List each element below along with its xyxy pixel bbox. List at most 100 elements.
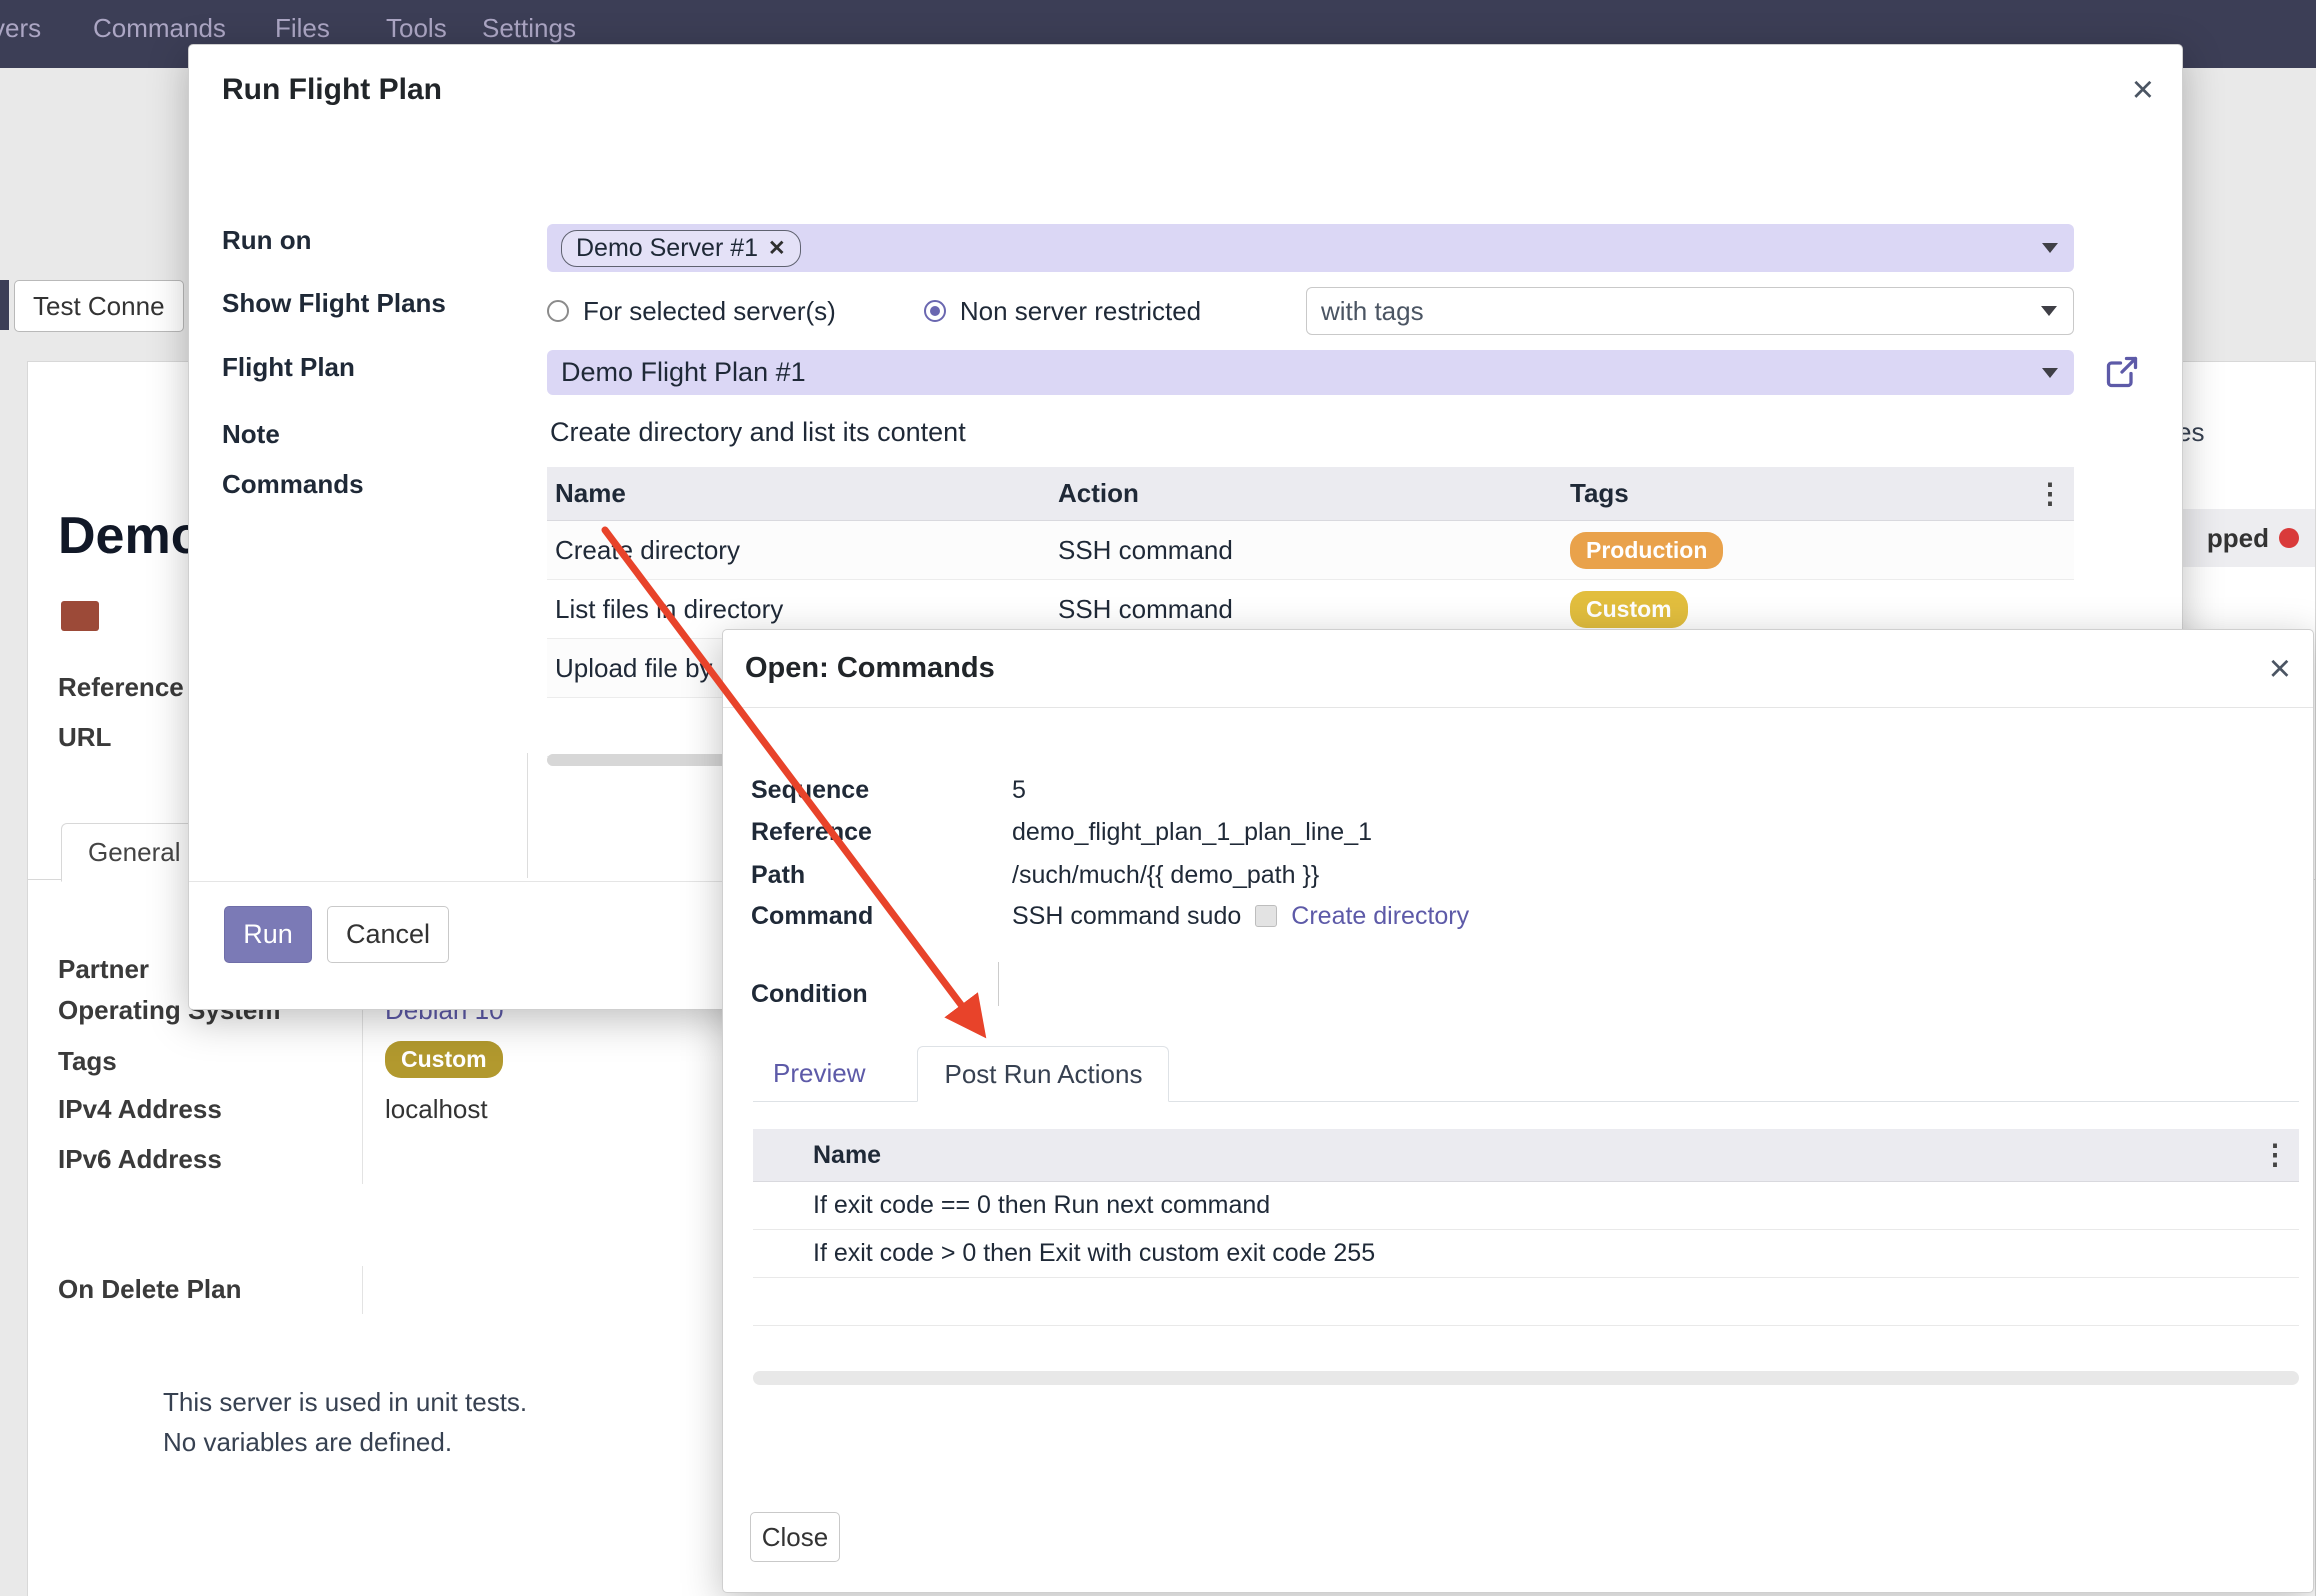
nav-item-commands[interactable]: Commands <box>93 13 226 44</box>
sudo-checkbox[interactable] <box>1255 905 1277 927</box>
production-badge: Production <box>1570 532 1723 569</box>
modal-title: Run Flight Plan <box>222 73 442 107</box>
table-row[interactable]: Create directory SSH command Production <box>547 521 2074 580</box>
on-delete-plan-label: On Delete Plan <box>58 1274 242 1305</box>
server-title: Demo <box>58 506 202 566</box>
cell-name: Create directory <box>547 535 1058 566</box>
cut-button-sliver <box>0 280 9 330</box>
horizontal-scrollbar[interactable] <box>753 1371 2299 1385</box>
col-name-header: Name <box>813 1141 881 1170</box>
col-name-header: Name <box>547 478 1058 509</box>
label-column-separator <box>527 753 528 878</box>
tab-post-run-actions[interactable]: Post Run Actions <box>917 1046 1169 1102</box>
tabs-bar: Preview Post Run Actions <box>753 1046 2299 1102</box>
no-variables-note: No variables are defined. <box>163 1427 452 1458</box>
cell-action: SSH command <box>1058 594 1570 625</box>
reference-label: Reference <box>58 672 184 703</box>
color-swatch[interactable] <box>61 601 99 631</box>
command-label: Command <box>751 902 1012 931</box>
screen: vers Commands Files Tools Settings Test … <box>0 0 2316 1596</box>
with-tags-select[interactable]: with tags <box>1306 287 2074 335</box>
nav-item-files[interactable]: Files <box>275 13 330 44</box>
cell-action: SSH command <box>1058 535 1570 566</box>
chevron-down-icon <box>2042 368 2058 378</box>
commands-label: Commands <box>222 469 364 500</box>
status-red-dot-icon <box>2279 528 2299 548</box>
run-on-label: Run on <box>222 225 312 256</box>
partner-label: Partner <box>58 954 149 985</box>
flight-plan-label: Flight Plan <box>222 352 355 383</box>
condition-label: Condition <box>751 980 1012 1009</box>
unit-test-note: This server is used in unit tests. <box>163 1387 527 1418</box>
server-tag-label: Demo Server #1 <box>576 234 758 263</box>
radio-for-selected-servers-label[interactable]: For selected server(s) <box>583 296 836 327</box>
post-run-table-header: Name ⋮ <box>753 1129 2299 1182</box>
show-flight-plans-label: Show Flight Plans <box>222 288 446 319</box>
flight-plan-value: Demo Flight Plan #1 <box>561 357 806 388</box>
status-text: pped <box>2207 523 2269 554</box>
header-divider <box>723 707 2313 708</box>
chevron-down-icon <box>2041 306 2057 316</box>
modal-title: Open: Commands <box>745 652 995 685</box>
ipv4-label: IPv4 Address <box>58 1094 222 1125</box>
cell-tags: Production <box>1570 532 2074 569</box>
sequence-label: Sequence <box>751 776 1012 805</box>
chevron-down-icon <box>2042 243 2058 253</box>
condition-field: Condition <box>751 977 1012 1011</box>
table-row-empty <box>753 1278 2299 1326</box>
command-field: Command SSH command sudo Create director… <box>751 899 1469 933</box>
reference-field: Reference demo_flight_plan_1_plan_line_1 <box>751 815 1372 849</box>
url-label: URL <box>58 722 111 753</box>
run-on-server-field[interactable]: Demo Server #1 ✕ <box>547 224 2074 272</box>
command-value: SSH command sudo <box>1012 902 1241 931</box>
kebab-menu-icon[interactable]: ⋮ <box>2036 480 2064 508</box>
close-icon[interactable]: × <box>2132 71 2154 109</box>
create-directory-link[interactable]: Create directory <box>1291 902 1469 931</box>
nav-item-servers[interactable]: vers <box>0 13 41 44</box>
with-tags-value: with tags <box>1321 296 1424 327</box>
close-button[interactable]: Close <box>750 1512 840 1562</box>
custom-badge: Custom <box>1570 591 1688 628</box>
server-tag-chip[interactable]: Demo Server #1 ✕ <box>561 230 801 267</box>
external-link-icon[interactable] <box>2104 354 2140 390</box>
run-button[interactable]: Run <box>224 906 312 963</box>
col-tags-header: Tags <box>1570 478 2074 509</box>
nav-item-tools[interactable]: Tools <box>386 13 447 44</box>
nav-item-settings[interactable]: Settings <box>482 13 576 44</box>
flight-plan-note-text: Create directory and list its content <box>550 417 966 448</box>
radio-non-server-restricted-label[interactable]: Non server restricted <box>960 296 1201 327</box>
path-label: Path <box>751 861 1012 890</box>
cancel-button[interactable]: Cancel <box>327 906 449 963</box>
tab-preview[interactable]: Preview <box>753 1046 885 1101</box>
test-connection-button[interactable]: Test Conne <box>14 280 184 332</box>
table-row[interactable]: If exit code > 0 then Exit with custom e… <box>753 1230 2299 1278</box>
sequence-value: 5 <box>1012 776 1026 805</box>
condition-separator <box>998 962 999 1006</box>
ipv6-label: IPv6 Address <box>58 1144 222 1175</box>
tags-label: Tags <box>58 1046 117 1077</box>
path-field: Path /such/much/{{ demo_path }} <box>751 858 1319 892</box>
path-value: /such/much/{{ demo_path }} <box>1012 861 1319 890</box>
commands-table-header: Name Action Tags ⋮ <box>547 467 2074 521</box>
flight-plan-select[interactable]: Demo Flight Plan #1 <box>547 350 2074 395</box>
radio-for-selected-servers[interactable] <box>547 300 569 322</box>
radio-non-server-restricted[interactable] <box>924 300 946 322</box>
cell-name: List files in directory <box>547 594 1058 625</box>
show-flight-plans-radios: For selected server(s) Non server restri… <box>547 289 1201 333</box>
reference-value: demo_flight_plan_1_plan_line_1 <box>1012 818 1372 847</box>
col-action-header: Action <box>1058 478 1570 509</box>
tab-general[interactable]: General <box>61 823 208 882</box>
post-run-actions-table: Name ⋮ If exit code == 0 then Run next c… <box>753 1129 2299 1326</box>
custom-tag-badge: Custom <box>385 1041 503 1078</box>
kebab-menu-icon[interactable]: ⋮ <box>2261 1141 2289 1169</box>
chip-remove-icon[interactable]: ✕ <box>768 236 786 261</box>
tags-value: Custom <box>385 1041 503 1078</box>
table-row[interactable]: If exit code == 0 then Run next command <box>753 1182 2299 1230</box>
field-separator <box>362 1266 363 1314</box>
close-icon[interactable]: × <box>2269 650 2291 688</box>
open-commands-modal: Open: Commands × Sequence 5 Reference de… <box>722 629 2314 1593</box>
reference-label: Reference <box>751 818 1012 847</box>
ipv4-value: localhost <box>385 1094 488 1125</box>
sequence-field: Sequence 5 <box>751 773 1026 807</box>
cell-tags: Custom <box>1570 591 2074 628</box>
